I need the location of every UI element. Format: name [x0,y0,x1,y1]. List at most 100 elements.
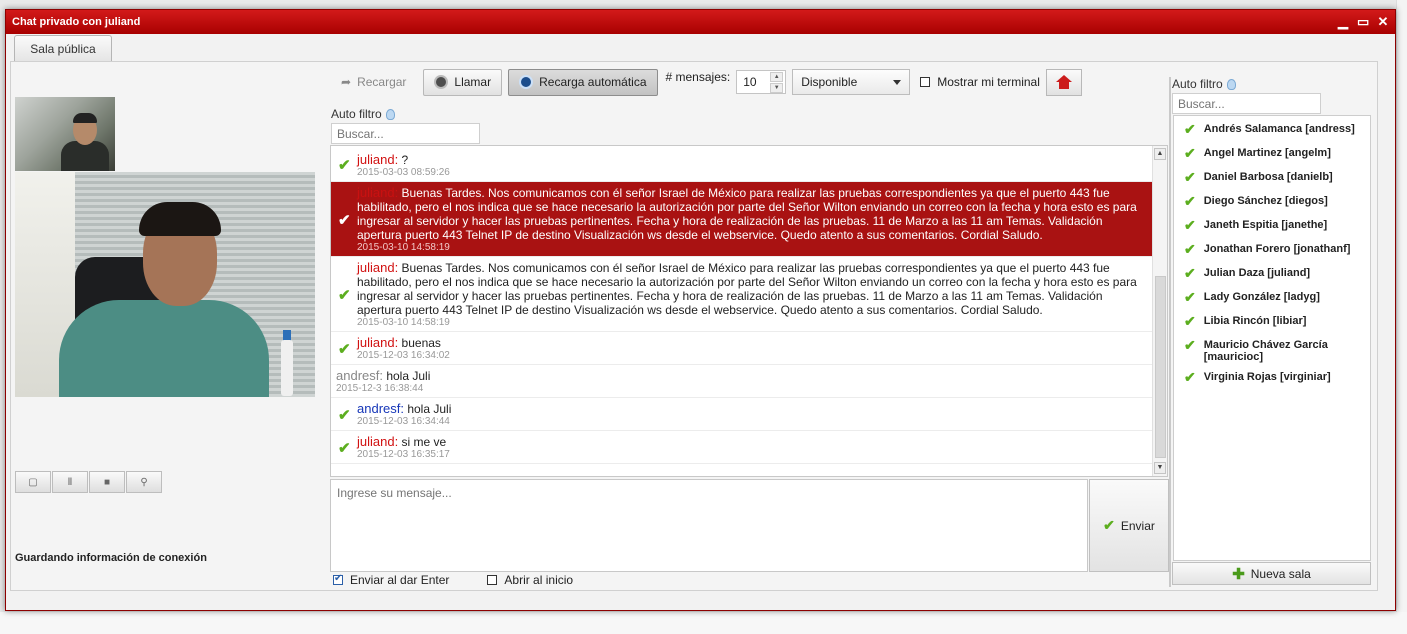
chat-message[interactable]: ✔ juliand: si me ve 2015-12-03 16:35:17 [331,431,1167,464]
message-text: buenas [398,336,441,350]
scroll-thumb[interactable] [1155,276,1166,458]
message-text: Buenas Tardes. Nos comunicamos con él se… [357,186,1137,242]
chat-message[interactable]: ✔ andresf: hola Juli 2015-12-03 16:34:44 [331,398,1167,431]
pause-icon[interactable]: Ⅱ [52,471,88,493]
check-icon: ✔ [338,341,351,358]
chat-scrollbar[interactable]: ▲ ▼ [1152,146,1167,476]
user-item[interactable]: ✔ Andrés Salamanca [andress] [1174,120,1370,144]
chat-message[interactable]: ✔ juliand: buenas 2015-12-03 16:34:02 [331,332,1167,365]
stop-icon[interactable]: ■ [89,471,125,493]
check-icon: ✔ [1184,169,1196,185]
message-time: 2015-12-3 16:38:44 [336,383,424,394]
check-icon: ✔ [1184,193,1196,209]
check-icon: ✔ [1184,265,1196,281]
lightbulb-icon [385,108,395,120]
reload-button[interactable]: ➦ Recargar [330,69,417,96]
users-search-input[interactable] [1172,93,1321,114]
users-list: ✔ Andrés Salamanca [andress] ✔ Angel Marti… [1173,115,1371,561]
zoom-icon[interactable]: ⚲ [126,471,162,493]
chat-filter-label: Auto filtro [331,107,395,121]
send-on-enter-checkbox[interactable]: Enviar al dar Enter [333,573,449,587]
chat-toolbar: ➦ Recargar Llamar Recarga automática # m… [330,68,1082,96]
chat-message[interactable]: ✔ juliand: ? 2015-03-03 08:59:26 [331,146,1167,182]
check-icon: ✔ [1184,217,1196,233]
user-item[interactable]: ✔ Julian Daza [juliand] [1174,264,1370,288]
user-item[interactable]: ✔ Diego Sánchez [diegos] [1174,192,1370,216]
plus-icon: ✚ [1232,565,1245,583]
send-button[interactable]: ✔ Enviar [1089,479,1169,572]
chevron-down-icon [893,79,902,85]
show-terminal-checkbox[interactable]: Mostrar mi terminal [920,75,1040,89]
maximize-icon[interactable]: ▭ [1357,10,1369,34]
compose-options: Enviar al dar Enter Abrir al inicio [333,573,573,587]
message-text: hola Juli [383,369,431,383]
messages-count-label: # mensajes: [665,70,731,84]
user-item[interactable]: ✔ Jonathan Forero [jonathanf] [1174,240,1370,264]
checkbox-icon[interactable] [487,575,498,585]
user-item[interactable]: ✔ Daniel Barbosa [danielb] [1174,168,1370,192]
status-select[interactable]: Disponible [792,69,911,95]
phone-icon [434,75,449,89]
check-icon: ✔ [1184,145,1196,161]
message-user: andresf [336,368,380,383]
check-icon: ✔ [1184,369,1196,385]
scroll-up-icon[interactable]: ▲ [1154,148,1166,160]
message-text: ? [398,153,409,167]
spin-up-icon[interactable]: ▲ [770,72,784,82]
checkbox-icon[interactable] [920,77,931,87]
check-icon: ✔ [338,287,351,304]
check-icon: ✔ [1184,313,1196,329]
message-input[interactable] [330,479,1088,572]
close-icon[interactable]: ✕ [1377,10,1389,34]
message-text: hola Juli [404,402,452,416]
message-user: andresf [357,401,401,416]
open-at-start-checkbox[interactable]: Abrir al inicio [487,573,573,587]
check-icon: ✔ [338,407,351,424]
minimize-icon[interactable]: ▁ [1337,10,1349,34]
user-item[interactable]: ✔ Mauricio Chávez García [mauricioc] [1174,336,1370,368]
scroll-down-icon[interactable]: ▼ [1154,462,1166,474]
window-titlebar[interactable]: Chat privado con juliand ▁ ▭ ✕ [6,10,1395,34]
background-app-bottom [0,612,1407,634]
users-filter-label: Auto filtro [1172,77,1236,91]
users-panel: Auto filtro ✔Andrés Salamanca [andress] … [1170,77,1373,587]
home-button[interactable] [1045,68,1082,96]
reload-icon: ➦ [341,75,352,89]
user-item[interactable]: ✔ Janeth Espitia [janethe] [1174,216,1370,240]
clock-icon [519,75,534,89]
user-item[interactable]: ✔ Lady González [ladyg] [1174,288,1370,312]
check-icon: ✔ [338,212,351,229]
chat-message[interactable]: ✔ juliand: Buenas Tardes. Nos comunicamo… [331,257,1167,332]
remote-video [15,172,315,397]
user-item[interactable]: ✔ Angel Martinez [angelm] [1174,144,1370,168]
message-time: 2015-12-03 16:34:02 [357,350,450,361]
auto-reload-button[interactable]: Recarga automática [508,68,658,96]
message-user: juliand [357,260,395,275]
chat-log[interactable]: ✔ juliand: ? 2015-03-03 08:59:26 ✔ julia… [330,145,1168,477]
chat-message-selected[interactable]: ✔ juliand: Buenas Tardes. Nos comunicamo… [331,182,1167,257]
lightbulb-icon [1226,78,1236,90]
message-user: juliand [357,185,395,200]
snapshot-icon[interactable]: ▢ [15,471,51,493]
check-icon: ✔ [1184,337,1196,353]
messages-count-stepper[interactable]: 10 ▲ ▼ [736,70,787,94]
spin-down-icon[interactable]: ▼ [770,83,784,93]
user-item[interactable]: ✔ Libia Rincón [libiar] [1174,312,1370,336]
message-time: 2015-12-03 16:35:17 [357,449,450,460]
tab-sala-publica[interactable]: Sala pública [14,35,112,61]
check-icon: ✔ [338,440,351,457]
call-button[interactable]: Llamar [423,68,503,96]
new-room-button[interactable]: ✚ Nueva sala [1172,562,1371,585]
check-icon: ✔ [1184,241,1196,257]
checkbox-checked-icon[interactable] [333,573,343,585]
local-video-preview [15,97,115,171]
message-time: 2015-03-03 08:59:26 [357,167,450,178]
check-icon: ✔ [338,156,351,174]
chat-message-pending[interactable]: andresf: hola Juli 2015-12-3 16:38:44 [331,365,1167,398]
connection-status: Guardando información de conexión [15,552,207,564]
message-time: 2015-12-03 16:34:44 [357,416,450,427]
user-item[interactable]: ✔ Virginia Rojas [virginiar] [1174,368,1370,392]
message-time: 2015-03-10 14:58:19 [357,317,450,328]
chat-search-input[interactable] [331,123,480,144]
video-controls: ▢ Ⅱ ■ ⚲ [15,471,162,493]
